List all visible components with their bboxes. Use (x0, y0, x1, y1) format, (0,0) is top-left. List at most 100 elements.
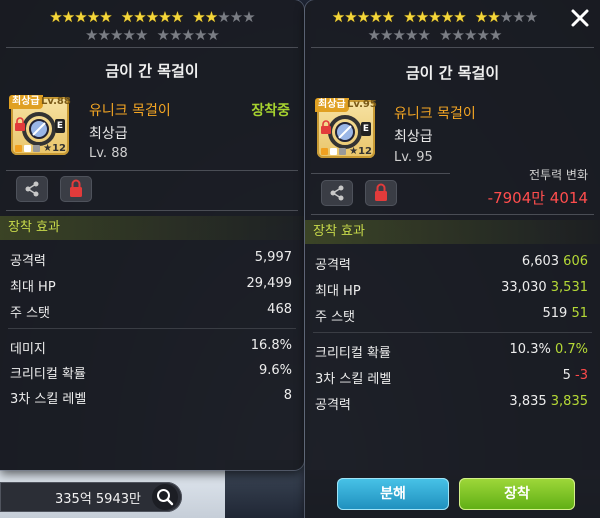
star-empty-icon: ★ (242, 8, 256, 26)
stat-label: 크리티컬 확률 (10, 367, 86, 382)
star-empty-icon: ★ (499, 8, 514, 26)
star-filled-icon: ★ (440, 8, 455, 26)
stat-label: 최대 HP (10, 280, 56, 295)
stat-row: 데미지 16.8% (10, 338, 292, 358)
star-empty-icon: ★ (122, 26, 136, 44)
potential-square-icon (24, 145, 31, 152)
divider (8, 328, 296, 329)
star-empty-icon: ★ (476, 26, 490, 44)
stat-row: 최대 HP 33,030 3,531 (315, 280, 588, 300)
stat-diff: 3,835 (550, 394, 588, 409)
star-filled-icon: ★ (474, 8, 489, 26)
star-empty-icon: ★ (489, 26, 503, 44)
stat-value: 33,030 3,531 (501, 280, 588, 295)
star-empty-icon: ★ (135, 26, 149, 44)
power-change-value: -7904만 4014 (487, 189, 588, 207)
divider (6, 47, 298, 48)
star-filled-icon: ★ (428, 8, 442, 26)
star-filled-icon: ★ (99, 8, 113, 26)
divider (6, 170, 298, 171)
star-filled-icon: ★ (415, 8, 430, 26)
stat-row: 3차 스킬 레벨 5 -3 (315, 368, 588, 388)
item-name: 유니크 목걸이 (394, 106, 476, 122)
lock-icon (15, 117, 25, 131)
item-level: Lv. 88 (89, 146, 128, 161)
stat-label: 3차 스킬 레벨 (315, 372, 392, 387)
star-filled-icon: ★ (158, 8, 172, 26)
lock-button[interactable] (365, 180, 397, 206)
share-icon (25, 181, 39, 197)
potential-square-icon (15, 145, 22, 152)
stat-diff: 51 (571, 306, 588, 321)
stat-label: 데미지 (10, 342, 46, 357)
item-level: Lv. 95 (394, 150, 433, 165)
stat-row: 공격력 5,997 (10, 250, 292, 270)
star-filled-icon: ★ (381, 8, 396, 26)
star-filled-icon: ★ (74, 8, 88, 26)
share-button[interactable] (16, 176, 48, 202)
star-empty-icon: ★ (229, 8, 244, 26)
stat-label: 최대 HP (315, 284, 361, 299)
star-empty-icon: ★ (97, 26, 111, 44)
potential-square-icon (339, 148, 346, 155)
e-badge-icon: E (55, 119, 65, 133)
item-name: 유니크 목걸이 (89, 103, 171, 119)
stat-value: 519 51 (542, 306, 588, 321)
lock-icon (70, 179, 82, 197)
potential-square-icon (33, 145, 40, 152)
compare-item-tooltip: ★★★★★ ★★★★★ ★★★★★ ★★★★★ ★★★★★ 금이 간 목걸이 최상급 … (305, 0, 600, 518)
search-icon (157, 489, 174, 506)
divider (311, 214, 594, 215)
stat-diff: -3 (575, 368, 588, 383)
share-icon (330, 185, 344, 201)
stat-label: 주 스탯 (10, 306, 51, 321)
grade-tag: 최상급 (315, 98, 349, 112)
star-filled-icon: ★ (344, 8, 358, 26)
stat-label: 3차 스킬 레벨 (10, 392, 87, 407)
close-icon[interactable] (568, 6, 592, 30)
star-filled-icon: ★ (120, 8, 135, 26)
star-empty-icon: ★ (169, 26, 183, 44)
item-icon-box: 최상급 Lv.88 E ★12 (9, 95, 71, 155)
stat-row: 크리티컬 확률 10.3% 0.7% (315, 342, 588, 362)
stat-value: 16.8% (250, 338, 292, 353)
stat-row: 최대 HP 29,499 (10, 276, 292, 296)
equip-effect-header: 장착 효과 (305, 220, 600, 244)
stat-value: 5 -3 (562, 368, 588, 383)
star-empty-icon: ★ (194, 26, 208, 44)
star-empty-icon: ★ (512, 8, 526, 26)
stat-value: 8 (283, 388, 292, 403)
lock-button[interactable] (60, 176, 92, 202)
stat-value: 6,603 606 (521, 254, 588, 269)
star-filled-icon: ★ (145, 8, 160, 26)
search-button[interactable] (152, 484, 178, 510)
star-force-row-1: ★★★★★ ★★★★★ ★★★★★ (305, 7, 582, 26)
star-empty-icon: ★ (181, 26, 195, 44)
equip-button[interactable]: 장착 (459, 478, 575, 510)
divider (313, 332, 592, 333)
stat-row: 주 스탯 519 51 (315, 306, 588, 326)
star-force-row-2: ★★★★★ ★★★★★ (305, 25, 582, 44)
star-empty-icon: ★ (439, 26, 453, 44)
star-filled-icon: ★ (369, 8, 383, 26)
stat-label: 크리티컬 확률 (315, 346, 391, 361)
meso-amount: 335억 5943만 (55, 492, 141, 507)
stat-diff: 0.7% (554, 342, 588, 357)
share-button[interactable] (321, 180, 353, 206)
stat-row: 주 스탯 468 (10, 302, 292, 322)
stat-row: 크리티컬 확률 9.6% (10, 363, 292, 383)
star-force-row-2: ★★★★★ ★★★★★ (0, 25, 304, 44)
item-title: 금이 간 목걸이 (405, 64, 500, 82)
stat-value: 29,499 (246, 276, 293, 291)
stat-diff: 3,531 (550, 280, 588, 295)
stat-label: 공격력 (10, 254, 46, 269)
power-change-label: 전투력 변화 (528, 168, 588, 182)
star-filled-icon: ★ (192, 8, 206, 26)
star-empty-icon: ★ (417, 26, 431, 44)
stat-row: 3차 스킬 레벨 8 (10, 388, 292, 408)
star-empty-icon: ★ (464, 26, 478, 44)
disassemble-button[interactable]: 분해 (337, 478, 449, 510)
equip-effect-header: 장착 효과 (0, 216, 304, 240)
equipped-label: 장착중 (251, 103, 290, 119)
star-filled-icon: ★ (356, 8, 371, 26)
